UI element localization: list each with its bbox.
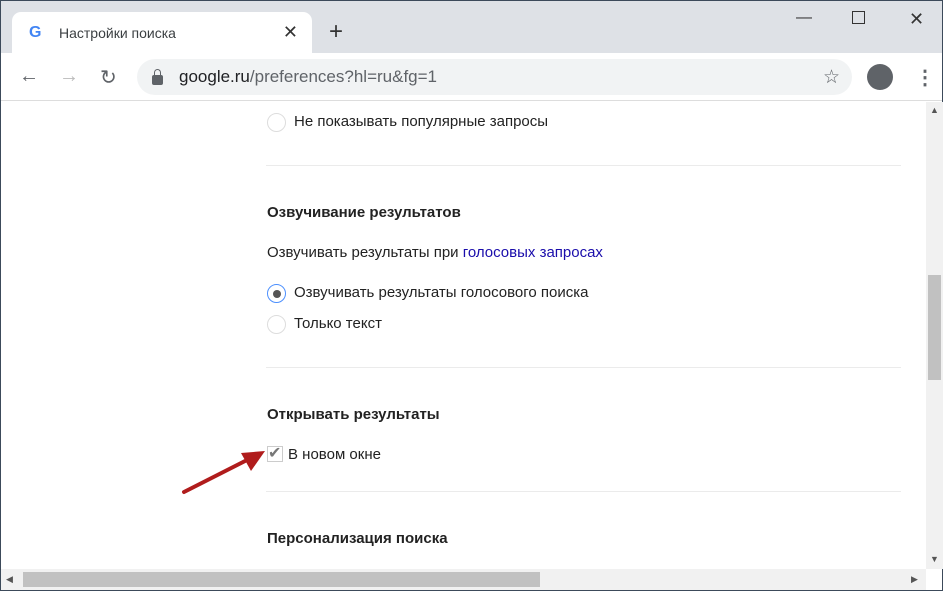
divider — [266, 165, 901, 166]
bookmark-star-icon[interactable]: ☆ — [823, 66, 840, 89]
scroll-left-icon[interactable]: ◀ — [6, 574, 13, 585]
label-new-window: В новом окне — [288, 446, 381, 463]
tab-strip: G Настройки поиска ✕ + — ✕ — [1, 1, 942, 53]
url-host: google.ru — [179, 67, 250, 86]
close-tab-icon[interactable]: ✕ — [283, 22, 298, 43]
url-path: /preferences?hl=ru&fg=1 — [249, 67, 438, 86]
lock-icon[interactable] — [152, 68, 163, 85]
toolbar: ← → ↻ google.ru/preferences?hl=ru&fg=1 ☆… — [1, 53, 942, 101]
google-favicon-icon: G — [29, 23, 42, 41]
horizontal-scrollbar[interactable]: ◀ ▶ — [1, 569, 926, 590]
voice-heading: Озвучивание результатов — [267, 204, 461, 221]
vertical-scroll-thumb[interactable] — [928, 275, 941, 380]
radio-voice-results[interactable] — [267, 284, 286, 303]
voice-desc-text: Озвучивать результаты при — [267, 244, 463, 261]
divider — [266, 367, 901, 368]
label-voice-results: Озвучивать результаты голосового поиска — [294, 284, 589, 301]
forward-button[interactable]: → — [59, 65, 79, 88]
label-no-popular: Не показывать популярные запросы — [294, 113, 549, 130]
scroll-up-icon[interactable]: ▲ — [930, 105, 939, 115]
new-tab-button[interactable]: + — [329, 18, 343, 46]
tab-settings[interactable]: G Настройки поиска ✕ — [12, 12, 312, 53]
minimize-button[interactable]: — — [796, 9, 812, 27]
horizontal-scroll-thumb[interactable] — [23, 572, 540, 587]
profile-avatar[interactable] — [867, 64, 893, 90]
reload-button[interactable]: ↻ — [100, 65, 117, 90]
menu-kebab-icon[interactable]: ⋮ — [915, 65, 935, 90]
label-text-only: Только текст — [294, 315, 382, 332]
annotation-arrow-icon — [182, 451, 265, 494]
maximize-button[interactable] — [852, 11, 865, 24]
checkbox-new-window[interactable]: ✔ — [267, 446, 283, 462]
personalization-heading: Персонализация поиска — [267, 530, 448, 547]
scroll-right-icon[interactable]: ▶ — [911, 574, 918, 585]
voice-queries-link[interactable]: голосовых запросах — [463, 244, 603, 261]
tab-title: Настройки поиска — [59, 24, 176, 41]
voice-description: Озвучивать результаты при голосовых запр… — [267, 244, 603, 261]
radio-no-popular[interactable] — [267, 113, 286, 132]
back-button[interactable]: ← — [19, 65, 39, 88]
close-window-button[interactable]: ✕ — [909, 9, 924, 30]
url-text[interactable]: google.ru/preferences?hl=ru&fg=1 — [179, 67, 437, 87]
vertical-scrollbar[interactable]: ▲ ▼ — [926, 102, 943, 569]
open-results-heading: Открывать результаты — [267, 406, 440, 423]
radio-text-only[interactable] — [267, 315, 286, 334]
address-bar[interactable]: google.ru/preferences?hl=ru&fg=1 ☆ — [137, 59, 852, 95]
scroll-down-icon[interactable]: ▼ — [930, 554, 939, 564]
page-content: Не показывать популярные запросы Озвучив… — [1, 102, 926, 569]
divider — [266, 491, 901, 492]
